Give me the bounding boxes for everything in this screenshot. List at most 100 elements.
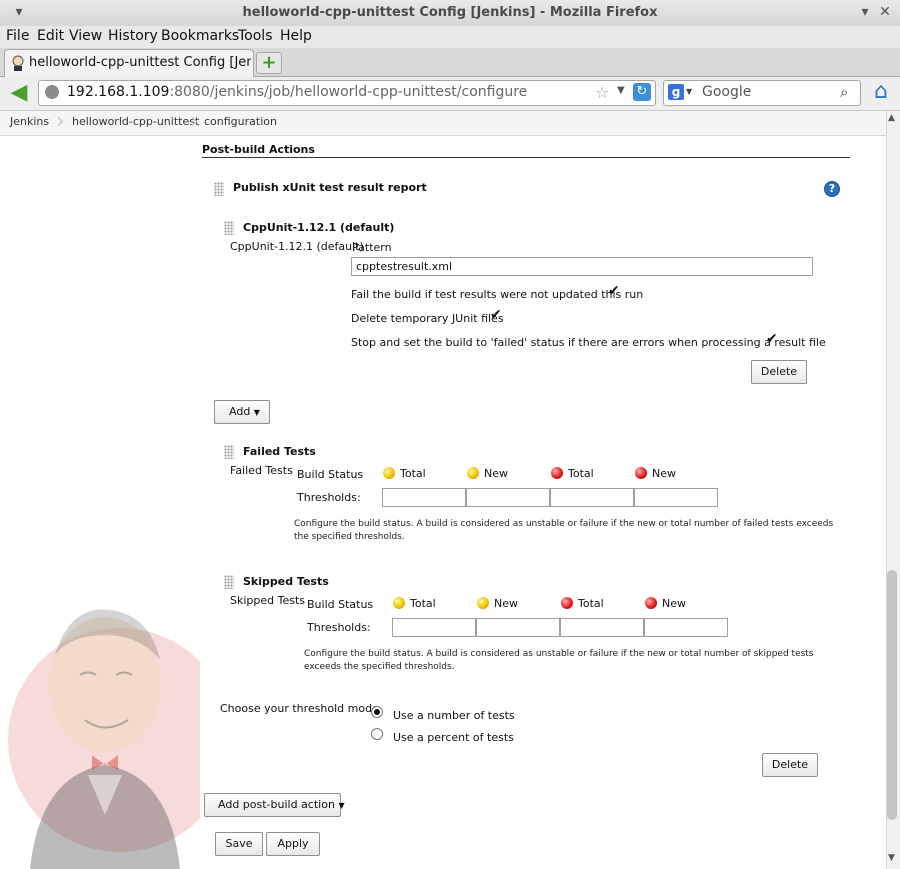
bookmark-star-icon[interactable]: ☆: [595, 83, 609, 102]
menu-tools[interactable]: Tools: [238, 28, 273, 44]
add-post-build-action-button[interactable]: Add post-build action ▼: [204, 793, 345, 817]
skipped-tests-header: Skipped Tests: [243, 575, 329, 588]
skipped-new-unstable-input[interactable]: [476, 618, 560, 637]
breadcrumb-configuration[interactable]: configuration: [204, 115, 277, 128]
stop-build-checkbox[interactable]: ✔: [766, 332, 780, 347]
window-menu-icon[interactable]: ▾: [10, 4, 28, 20]
section-divider: [202, 157, 850, 158]
section-title: Post-build Actions: [202, 143, 315, 156]
option-label-stop-build: Stop and set the build to 'failed' statu…: [351, 336, 826, 349]
minimize-icon[interactable]: ▾: [856, 4, 874, 20]
red-ball-icon: [561, 597, 573, 609]
option-label-fail-build: Fail the build if test results were not …: [351, 288, 644, 301]
red-ball-icon: [645, 597, 657, 609]
failed-col-new-failure: New: [652, 467, 676, 480]
scroll-up-icon[interactable]: ▲: [888, 113, 895, 123]
breadcrumb: Jenkins › helloworld-cpp-unittest › conf…: [0, 111, 886, 136]
failed-total-failure-input[interactable]: [550, 488, 634, 507]
radio-number-label: Use a number of tests: [393, 709, 515, 722]
help-icon[interactable]: ?: [824, 181, 840, 197]
menu-view[interactable]: View: [69, 28, 102, 44]
menu-help[interactable]: Help: [280, 28, 312, 44]
engine-dropdown-icon[interactable]: ▼: [686, 87, 692, 96]
skipped-col-new-unstable: New: [494, 597, 518, 610]
menu-bookmarks[interactable]: Bookmarks: [161, 28, 239, 44]
skipped-thresholds-label: Thresholds:: [307, 621, 371, 634]
new-tab-button[interactable]: +: [256, 52, 282, 74]
option-label-delete-junit: Delete temporary JUnit files: [351, 312, 504, 325]
window-title: helloworld-cpp-unittest Config [Jenkins]…: [242, 5, 658, 20]
home-icon[interactable]: ⌂: [868, 79, 894, 105]
scrollbar-thumb[interactable]: [887, 570, 897, 820]
delete-cppunit-button[interactable]: Delete: [751, 360, 807, 384]
failed-tests-header: Failed Tests: [243, 445, 316, 458]
skipped-col-total-unstable: Total: [410, 597, 436, 610]
failed-thresholds-label: Thresholds:: [297, 491, 361, 504]
url-bar[interactable]: 192.168.1.109:8080/jenkins/job/helloworl…: [38, 80, 656, 106]
skipped-tests-note: Configure the build status. A build is c…: [304, 649, 814, 672]
yellow-ball-icon: [393, 597, 405, 609]
failed-new-failure-input[interactable]: [634, 488, 718, 507]
red-ball-icon: [635, 467, 647, 479]
breadcrumb-job[interactable]: helloworld-cpp-unittest: [72, 115, 199, 128]
menu-file[interactable]: File: [6, 28, 29, 44]
apply-button[interactable]: Apply: [266, 832, 320, 856]
jenkins-butler-logo: [8, 609, 200, 869]
tab-label: helloworld-cpp-unittest Config [Jenkins]: [29, 55, 251, 70]
search-input[interactable]: Google: [702, 84, 751, 100]
url-dropdown-icon[interactable]: ▼: [617, 85, 625, 96]
cppunit-header: CppUnit-1.12.1 (default): [243, 221, 395, 234]
save-button[interactable]: Save: [215, 832, 263, 856]
pattern-input[interactable]: [351, 257, 813, 276]
url-text: 192.168.1.109:8080/jenkins/job/helloworl…: [67, 84, 528, 100]
failed-total-unstable-input[interactable]: [382, 488, 466, 507]
radio-percent-of-tests[interactable]: [371, 728, 383, 740]
tab-jenkins-config[interactable]: helloworld-cpp-unittest Config [Jenkins]: [4, 49, 254, 77]
skipped-new-failure-input[interactable]: [644, 618, 728, 637]
failed-tests-note: Configure the build status. A build is c…: [294, 519, 834, 542]
skipped-total-unstable-input[interactable]: [392, 618, 476, 637]
failed-tests-label: Failed Tests: [230, 464, 293, 477]
search-bar[interactable]: g ▼ Google ⌕: [663, 80, 861, 106]
drag-handle-icon[interactable]: [224, 575, 234, 589]
skipped-total-failure-input[interactable]: [560, 618, 644, 637]
add-post-build-dropdown-icon: ▼: [338, 801, 345, 810]
skipped-build-status-label: Build Status: [307, 598, 374, 611]
jenkins-favicon-icon: [12, 55, 24, 71]
skipped-tests-label: Skipped Tests: [230, 594, 306, 607]
radio-percent-label: Use a percent of tests: [393, 731, 514, 744]
google-engine-icon[interactable]: g: [668, 84, 684, 100]
failed-col-total-failure: Total: [568, 467, 594, 480]
failed-col-total-unstable: Total: [400, 467, 426, 480]
breadcrumb-separator-icon: ›: [190, 109, 199, 134]
drag-handle-icon[interactable]: [224, 221, 234, 235]
window-title-bar: helloworld-cpp-unittest Config [Jenkins]…: [0, 0, 900, 27]
fail-build-checkbox[interactable]: ✔: [608, 284, 622, 299]
yellow-ball-icon: [467, 467, 479, 479]
delete-xunit-button[interactable]: Delete: [762, 753, 818, 777]
close-icon[interactable]: ✕: [876, 4, 894, 20]
failed-new-unstable-input[interactable]: [466, 488, 550, 507]
breadcrumb-separator-icon: ›: [56, 109, 65, 134]
search-icon[interactable]: ⌕: [840, 83, 848, 101]
failed-col-new-unstable: New: [484, 467, 508, 480]
cppunit-label: CppUnit-1.12.1 (default): [230, 240, 364, 253]
radio-number-of-tests[interactable]: [371, 706, 383, 718]
reload-icon[interactable]: ↻: [633, 83, 651, 101]
menu-bar: File Edit View History Bookmarks Tools H…: [0, 26, 900, 48]
add-button[interactable]: Add ▼: [214, 400, 270, 424]
menu-history[interactable]: History: [108, 28, 158, 44]
drag-handle-icon[interactable]: [214, 182, 224, 196]
site-identity-icon[interactable]: [45, 85, 59, 99]
scroll-down-icon[interactable]: ▼: [888, 853, 895, 863]
publish-xunit-title: Publish xUnit test result report: [233, 181, 427, 194]
red-ball-icon: [551, 467, 563, 479]
menu-edit[interactable]: Edit: [37, 28, 64, 44]
pattern-label: Pattern: [352, 241, 392, 254]
delete-junit-checkbox[interactable]: ✔: [490, 308, 504, 323]
yellow-ball-icon: [477, 597, 489, 609]
back-arrow-icon[interactable]: ◀: [6, 81, 32, 105]
drag-handle-icon[interactable]: [224, 445, 234, 459]
add-dropdown-icon: ▼: [253, 408, 260, 417]
breadcrumb-jenkins[interactable]: Jenkins: [10, 115, 49, 128]
